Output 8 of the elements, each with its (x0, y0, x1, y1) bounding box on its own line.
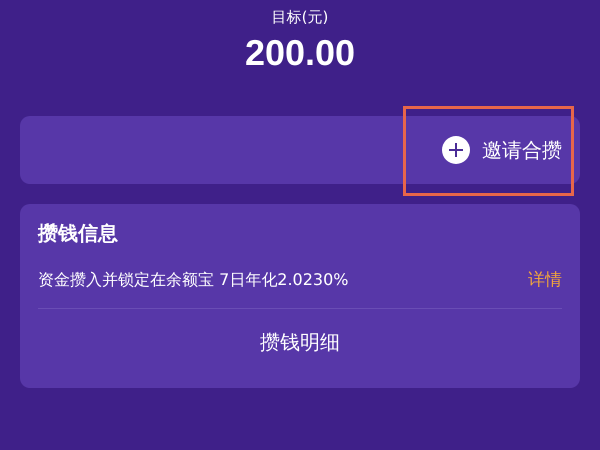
details-link[interactable]: 详情 (528, 268, 562, 292)
invite-button[interactable]: 邀请合攒 (442, 136, 562, 164)
plus-icon (442, 136, 470, 164)
info-text: 资金攒入并锁定在余额宝 7日年化2.0230% (38, 269, 348, 291)
goal-label: 目标(元) (272, 7, 328, 28)
details-button[interactable]: 攒钱明细 (260, 329, 340, 356)
goal-amount: 200.00 (244, 31, 356, 75)
section-title: 攒钱信息 (38, 220, 119, 247)
